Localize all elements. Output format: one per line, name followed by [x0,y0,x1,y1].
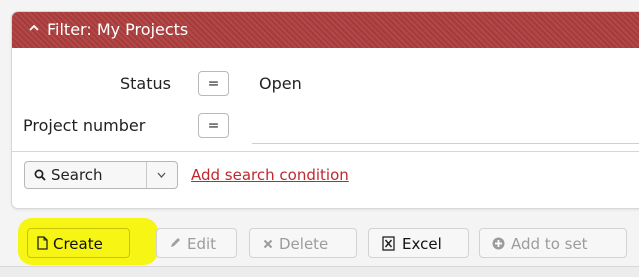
search-icon [34,169,46,181]
add-to-set-button[interactable]: Add to set [479,228,627,258]
delete-button[interactable]: Delete [249,228,357,258]
pencil-icon [171,238,180,247]
project-number-field-underline [252,143,639,144]
filter-header[interactable]: Filter: My Projects [12,12,639,48]
chevron-up-icon[interactable] [29,23,39,33]
edit-button[interactable]: Edit [156,228,237,258]
status-value[interactable]: Open [259,74,302,94]
create-button[interactable]: Create [27,228,130,258]
filter-divider [12,151,639,152]
search-button-label: Search [51,166,103,184]
add-to-set-button-label: Add to set [511,235,588,253]
excel-button-label: Excel [402,235,442,253]
document-icon [37,236,48,250]
close-icon [263,239,273,249]
search-button[interactable]: Search [25,162,146,188]
excel-button[interactable]: Excel [368,228,469,258]
status-operator-button[interactable]: = [198,71,229,96]
create-button-label: Create [53,235,103,253]
add-search-condition-link[interactable]: Add search condition [191,165,349,185]
plus-circle-icon [492,237,505,250]
project-number-operator-button[interactable]: = [198,113,229,138]
filter-panel: Filter: My Projects Status = Open Projec… [11,11,639,209]
filter-title: Filter: My Projects [47,20,189,39]
table-header-edge [0,266,639,277]
excel-icon [382,236,395,251]
delete-button-label: Delete [279,235,329,253]
search-button-group: Search [24,161,178,189]
edit-button-label: Edit [187,235,217,253]
chevron-down-icon [157,172,166,178]
project-number-label: Project number [23,116,146,135]
search-dropdown-button[interactable] [147,162,177,188]
status-label: Status [120,74,171,93]
